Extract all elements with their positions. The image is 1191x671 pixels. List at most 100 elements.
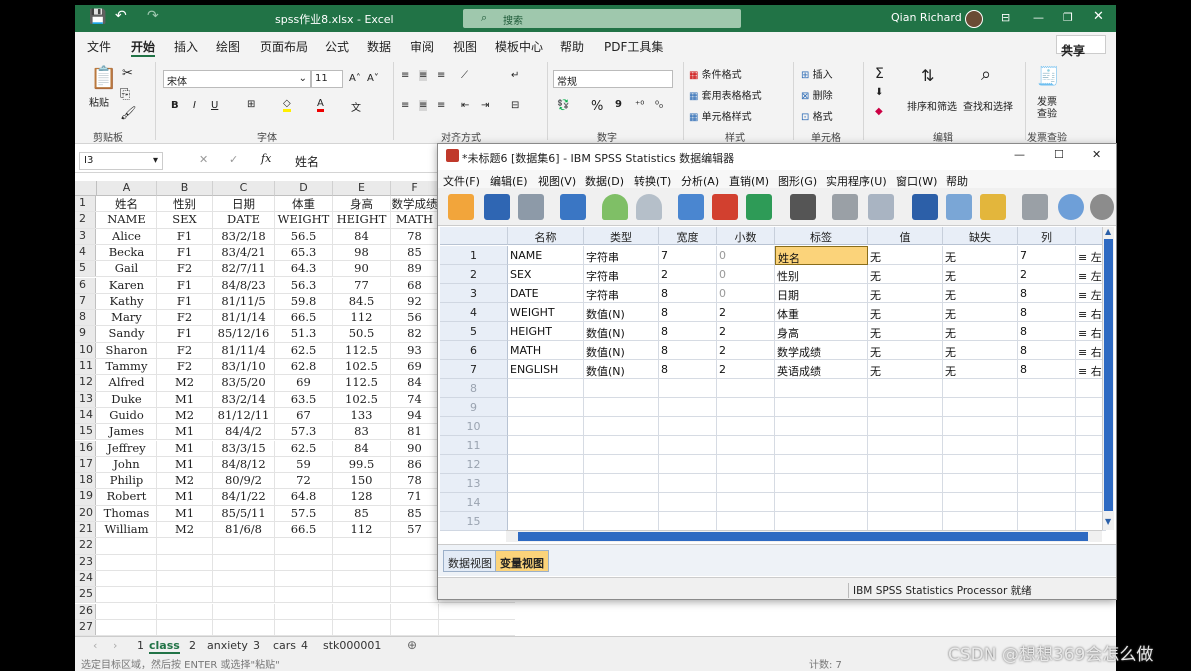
- spss-menu-item[interactable]: 图形(G): [778, 173, 817, 189]
- cell[interactable]: Guido: [97, 407, 157, 424]
- cell[interactable]: 71: [391, 489, 439, 505]
- empty-cell[interactable]: [508, 455, 584, 474]
- cell[interactable]: 133: [333, 407, 391, 424]
- column-header[interactable]: 名称: [508, 227, 584, 245]
- cell[interactable]: 150: [333, 473, 391, 489]
- empty-cell[interactable]: [775, 512, 868, 531]
- cell[interactable]: 85/5/11: [213, 505, 275, 521]
- empty-cell[interactable]: [659, 512, 717, 531]
- cell[interactable]: 112.5: [333, 342, 391, 358]
- value-labels-icon[interactable]: [1022, 194, 1048, 220]
- goto-case-icon[interactable]: [678, 194, 704, 220]
- empty-cell[interactable]: [717, 379, 775, 398]
- row-number[interactable]: 20: [75, 505, 96, 521]
- empty-cell[interactable]: [584, 474, 659, 493]
- cell[interactable]: F1: [157, 326, 213, 342]
- variable-values-cell[interactable]: 无: [868, 360, 943, 379]
- share-button[interactable]: ⇧ 共享: [1056, 35, 1106, 58]
- cell[interactable]: 81/11/5: [213, 293, 275, 310]
- cell[interactable]: 84: [391, 375, 439, 391]
- empty-cell[interactable]: [943, 379, 1018, 398]
- cell[interactable]: [275, 570, 333, 587]
- border-icon[interactable]: ⊞: [247, 99, 255, 110]
- tab-page-layout[interactable]: 页面布局: [260, 38, 308, 55]
- empty-cell[interactable]: [1018, 379, 1076, 398]
- tab-pdf[interactable]: PDF工具集: [604, 38, 663, 55]
- row-number[interactable]: 15: [75, 424, 96, 440]
- spss-maximize-icon[interactable]: ☐: [1054, 148, 1064, 161]
- row-number[interactable]: 5: [440, 322, 508, 341]
- use-sets-icon[interactable]: [1058, 194, 1084, 220]
- empty-cell[interactable]: [1018, 398, 1076, 417]
- cell[interactable]: DATE: [213, 212, 275, 228]
- row-number[interactable]: 15: [440, 512, 508, 531]
- align-top-icon[interactable]: ≡: [401, 70, 409, 81]
- variable-missing-cell[interactable]: 无: [943, 322, 1018, 341]
- cell[interactable]: [213, 554, 275, 570]
- variable-dec-cell[interactable]: 0: [717, 284, 775, 303]
- cell[interactable]: 57.5: [275, 505, 333, 521]
- variable-label-cell[interactable]: 姓名: [775, 246, 868, 265]
- empty-cell[interactable]: [868, 474, 943, 493]
- column-header[interactable]: 小数: [717, 227, 775, 245]
- cell[interactable]: 身高: [333, 196, 391, 212]
- undo-icon[interactable]: ↶: [115, 8, 127, 24]
- variable-missing-cell[interactable]: 无: [943, 341, 1018, 360]
- row-number[interactable]: 7: [75, 293, 96, 310]
- save-file-icon[interactable]: [484, 194, 510, 220]
- cell[interactable]: 72: [275, 473, 333, 489]
- row-number[interactable]: 10: [440, 417, 508, 436]
- table-format-button[interactable]: ▦ 套用表格格式: [689, 87, 762, 102]
- scroll-thumb[interactable]: [1104, 239, 1113, 511]
- cell[interactable]: 83/1/10: [213, 359, 275, 375]
- clear-icon[interactable]: ◆: [875, 106, 883, 117]
- save-icon[interactable]: 💾: [89, 9, 106, 25]
- cell[interactable]: 57.3: [275, 424, 333, 440]
- cell[interactable]: [157, 570, 213, 587]
- cell[interactable]: [97, 570, 157, 587]
- variable-label-cell[interactable]: 日期: [775, 284, 868, 303]
- empty-cell[interactable]: [717, 398, 775, 417]
- row-number[interactable]: 10: [75, 342, 96, 358]
- goto-variable-icon[interactable]: [712, 194, 738, 220]
- find-icon[interactable]: [790, 194, 816, 220]
- empty-cell[interactable]: [717, 455, 775, 474]
- variable-type-cell[interactable]: 字符串: [584, 246, 659, 265]
- variable-name-cell[interactable]: DATE: [508, 284, 584, 303]
- find-icon[interactable]: ⌕: [981, 64, 991, 85]
- variable-cols-cell[interactable]: 8: [1018, 341, 1076, 360]
- empty-cell[interactable]: [584, 512, 659, 531]
- row-number[interactable]: 8: [440, 379, 508, 398]
- spss-menu-item[interactable]: 分析(A): [681, 173, 719, 189]
- row-number[interactable]: 8: [75, 310, 96, 326]
- empty-cell[interactable]: [508, 512, 584, 531]
- tab-draw[interactable]: 绘图: [216, 38, 240, 55]
- copy-icon[interactable]: ⎘: [120, 87, 130, 102]
- variable-dec-cell[interactable]: 0: [717, 265, 775, 284]
- cut-icon[interactable]: ✂: [122, 66, 133, 81]
- cell[interactable]: 85: [391, 505, 439, 521]
- empty-cell[interactable]: [943, 455, 1018, 474]
- cell[interactable]: M1: [157, 489, 213, 505]
- column-header[interactable]: 列: [1018, 227, 1076, 245]
- variable-name-cell[interactable]: SEX: [508, 265, 584, 284]
- empty-cell[interactable]: [659, 417, 717, 436]
- empty-cell[interactable]: [943, 474, 1018, 493]
- variable-values-cell[interactable]: 无: [868, 303, 943, 322]
- enter-icon[interactable]: ✓: [229, 153, 238, 166]
- merge-icon[interactable]: ⊟: [511, 100, 519, 111]
- variable-dec-cell[interactable]: 0: [717, 246, 775, 265]
- cell[interactable]: F2: [157, 261, 213, 277]
- column-header[interactable]: 类型: [584, 227, 659, 245]
- variable-type-cell[interactable]: 字符串: [584, 284, 659, 303]
- insert-variable-icon[interactable]: [868, 194, 894, 220]
- cell[interactable]: 90: [391, 440, 439, 456]
- empty-cell[interactable]: [717, 512, 775, 531]
- row-number[interactable]: 22: [75, 538, 96, 554]
- cell[interactable]: M2: [157, 522, 213, 538]
- empty-cell[interactable]: [508, 417, 584, 436]
- row-number[interactable]: 9: [75, 326, 96, 342]
- cell[interactable]: SEX: [157, 212, 213, 228]
- empty-cell[interactable]: [508, 493, 584, 512]
- cell[interactable]: 56.3: [275, 277, 333, 293]
